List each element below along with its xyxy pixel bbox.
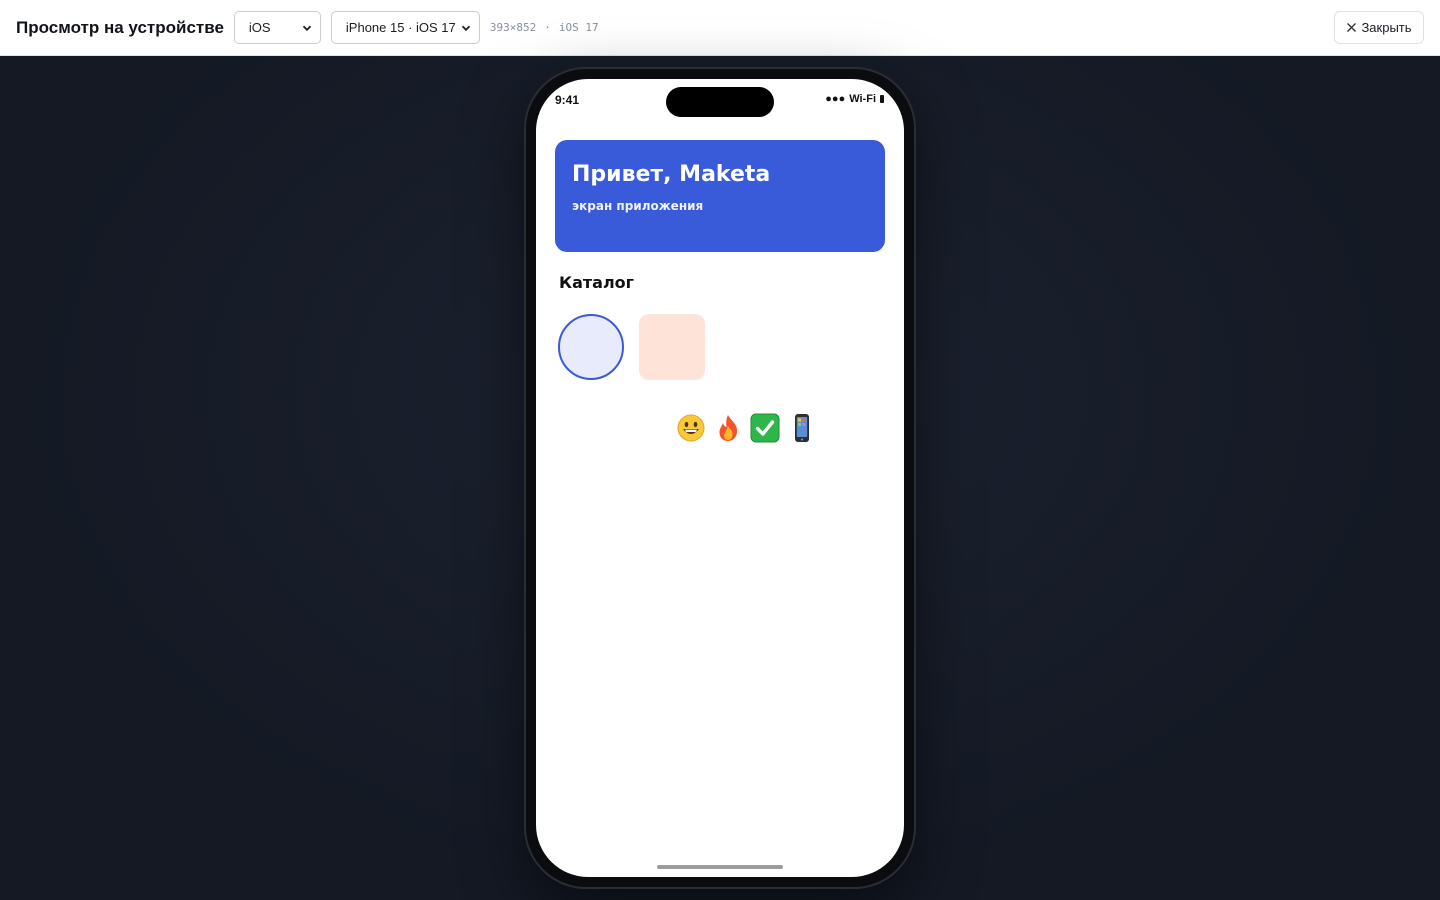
- fire-icon: [719, 415, 738, 441]
- device-select[interactable]: iPhone 15 · iOS 17: [330, 11, 480, 44]
- status-time: 9:41: [555, 93, 580, 107]
- preview-topbar: Просмотр на устройстве iOS iPhone 15 · i…: [0, 0, 1440, 56]
- os-select[interactable]: iOS: [233, 11, 321, 44]
- close-button-label: Закрыть: [1361, 20, 1412, 35]
- battery-icon: [880, 95, 884, 103]
- meta-separator: ·: [544, 21, 551, 34]
- dynamic-island: [666, 87, 774, 117]
- phone-screen: 9:41 ●●● Wi-Fi Привет, Maketa экран прил…: [536, 79, 904, 877]
- device-meta: 393×852 · iOS 17: [490, 21, 599, 34]
- catalog-item-circle[interactable]: [558, 314, 624, 380]
- device-resolution: 393×852: [489, 21, 537, 34]
- status-indicators: ●●● Wi-Fi: [825, 93, 884, 105]
- chevron-down-icon: [302, 25, 312, 31]
- device-os-version: iOS 17: [558, 21, 599, 34]
- home-indicator[interactable]: [657, 865, 783, 869]
- close-button[interactable]: Закрыть: [1334, 11, 1424, 44]
- catalog-item-square[interactable]: [639, 314, 705, 380]
- os-select-value: iOS: [248, 20, 271, 35]
- mobile-phone-icon: [795, 414, 809, 442]
- greeting-subtitle: экран приложения: [572, 199, 704, 213]
- wifi-label: Wi-Fi: [849, 93, 876, 105]
- phone-frame: 9:41 ●●● Wi-Fi Привет, Maketa экран прил…: [524, 67, 916, 889]
- smiling-face-icon: [677, 414, 705, 442]
- signal-icon: ●●●: [825, 93, 846, 105]
- emoji-row: [676, 413, 817, 443]
- close-icon: [1347, 23, 1357, 32]
- check-mark-icon: [750, 413, 780, 443]
- catalog-title: Каталог: [559, 273, 635, 292]
- page-title: Просмотр на устройстве: [16, 17, 224, 37]
- device-select-value: iPhone 15 · iOS 17: [345, 20, 456, 35]
- greeting-card: Привет, Maketa экран приложения: [555, 140, 885, 252]
- chevron-down-icon: [461, 25, 471, 31]
- greeting-title: Привет, Maketa: [572, 162, 771, 187]
